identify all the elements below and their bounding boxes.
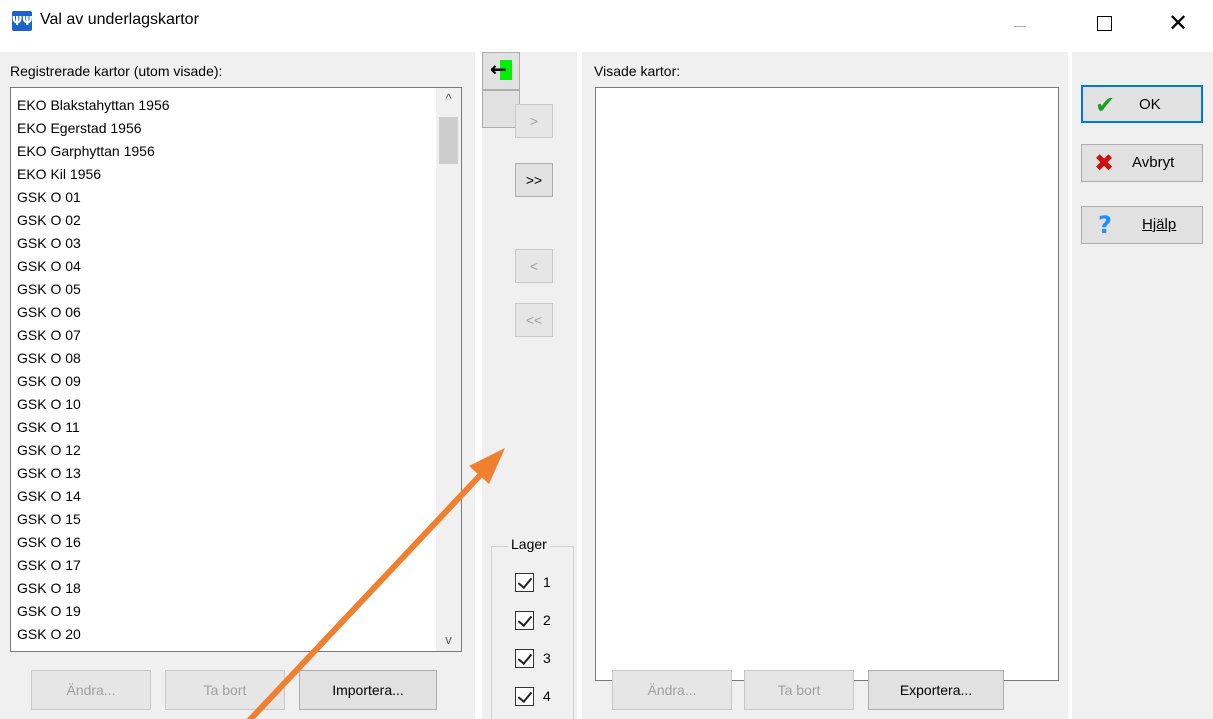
layer-group: Lager 1 2 3 4 [491,536,574,719]
scroll-up-icon[interactable]: ^ [436,88,461,110]
move-one-right-button[interactable]: > [515,104,553,138]
map-list-item[interactable]: GSK O 15 [17,508,170,531]
map-list-item[interactable]: GSK O 03 [17,232,170,255]
map-list-item[interactable]: GSK O 09 [17,370,170,393]
map-list-item[interactable]: GSK O 10 [17,393,170,416]
app-icon: ΨΨ [12,11,32,31]
map-list-item[interactable]: GSK O 08 [17,347,170,370]
right-edit-button[interactable]: Ändra... [612,670,732,710]
map-list-item[interactable]: EKO Egerstad 1956 [17,117,170,140]
map-list-item[interactable]: EKO Kil 1956 [17,163,170,186]
registered-maps-list[interactable]: EKO Blakstahyttan 1956 EKO Egerstad 1956 E… [10,87,462,652]
title-bar: ΨΨ Val av underlagskartor ✕ [0,0,1213,47]
map-list-item[interactable]: GSK O 16 [17,531,170,554]
red-x-icon: ✖ [1094,149,1115,177]
map-list-item[interactable]: GSK O 19 [17,600,170,623]
map-list-item[interactable]: GSK O 12 [17,439,170,462]
transfer-panel: > >> < << → ← Lager 1 2 3 4 [482,52,577,719]
checkmark-icon: ✔ [1095,91,1116,119]
left-delete-button[interactable]: Ta bort [165,670,285,710]
shown-maps-caption: Visade kartor: [594,63,681,79]
shown-maps-list[interactable] [595,87,1059,681]
left-edit-button[interactable]: Ändra... [31,670,151,710]
layer-3-label: 3 [543,650,551,666]
layer-3-checkbox[interactable] [515,649,534,668]
close-button[interactable]: ✕ [1143,0,1213,47]
map-list-item[interactable]: GSK O 18 [17,577,170,600]
scrollbar-thumb[interactable] [439,117,458,164]
layer-2-label: 2 [543,612,551,628]
window-title: Val av underlagskartor [40,11,199,28]
import-button[interactable]: Importera... [299,670,437,710]
arrow-left-icon: ← [490,57,507,81]
registered-maps-panel: Registrerade kartor (utom visade): EKO B… [0,52,475,719]
move-all-left-button[interactable]: << [515,303,553,337]
map-list-item[interactable]: GSK O 01 [17,186,170,209]
map-list-item[interactable]: GSK O 14 [17,485,170,508]
layer-4-checkbox[interactable] [515,687,534,706]
map-list-item[interactable]: GSK O 07 [17,324,170,347]
layer-1-label: 1 [543,574,551,590]
move-one-left-button[interactable]: < [515,249,553,283]
cancel-button[interactable]: ✖ Avbryt [1081,144,1203,182]
map-list-item[interactable]: EKO Blakstahyttan 1956 [17,94,170,117]
map-list-item[interactable]: GSK O 05 [17,278,170,301]
ok-label: OK [1139,96,1161,113]
export-button[interactable]: Exportera... [868,670,1004,710]
move-all-right-button[interactable]: >> [515,163,553,197]
question-mark-icon: ? [1098,211,1112,239]
maximize-button[interactable] [1068,0,1138,47]
layer-2-checkbox[interactable] [515,611,534,630]
dialog-actions-panel: ✔ OK ✖ Avbryt ? Hjälp [1072,52,1213,719]
layer-4-label: 4 [543,688,551,704]
minimize-button[interactable] [985,0,1055,47]
help-label: Hjälp [1142,216,1177,233]
map-list-item[interactable]: GSK O 06 [17,301,170,324]
ok-button[interactable]: ✔ OK [1081,85,1203,123]
map-list-item[interactable]: GSK O 20 [17,623,170,646]
registered-maps-items: EKO Blakstahyttan 1956 EKO Egerstad 1956 E… [17,94,170,651]
help-button[interactable]: ? Hjälp [1081,206,1203,244]
map-list-item[interactable]: GSK O 04 [17,255,170,278]
map-list-item[interactable]: GSK O 17 [17,554,170,577]
shown-maps-panel: Visade kartor: Ändra... Ta bort Exporter… [582,52,1068,719]
registered-maps-caption: Registrerade kartor (utom visade): [10,63,223,79]
layer-1-checkbox[interactable] [515,573,534,592]
layer-group-label: Lager [508,536,550,552]
map-list-item[interactable]: GSK O 02 [17,209,170,232]
scroll-down-icon[interactable]: v [436,629,461,651]
cancel-label: Avbryt [1132,154,1175,171]
map-list-item[interactable]: EKO Garphyttan 1956 [17,140,170,163]
map-list-item[interactable]: GSK O 11 [17,416,170,439]
map-list-item[interactable]: GSK O 13 [17,462,170,485]
vertical-scrollbar[interactable]: ^ v [436,88,461,651]
right-delete-button[interactable]: Ta bort [744,670,854,710]
map-list-item[interactable]: GSK O 21 [17,646,170,651]
